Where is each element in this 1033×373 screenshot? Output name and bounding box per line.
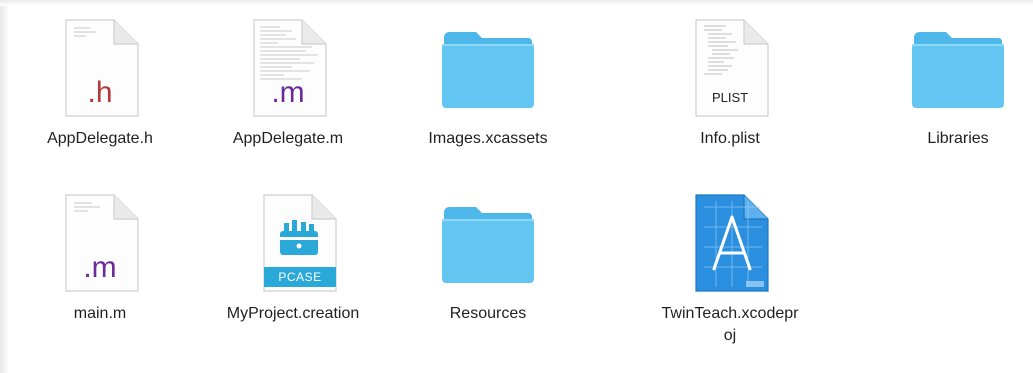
folder-item-libraries[interactable]: Libraries — [873, 18, 1033, 150]
source-file-icon: .m — [240, 18, 336, 118]
file-name: main.m — [73, 305, 127, 322]
file-item-info-plist[interactable]: PLIST Info.plist — [645, 18, 815, 150]
folder-icon — [440, 18, 536, 118]
window-top-edge — [0, 0, 1033, 6]
xcode-project-icon — [682, 193, 778, 293]
file-item-twinteach-xcodeproj[interactable]: TwinTeach.xcodepr oj — [645, 193, 815, 347]
folder-name: Images.xcassets — [428, 130, 548, 147]
file-name: Info.plist — [700, 130, 760, 147]
file-item-main-m[interactable]: .m main.m — [15, 193, 185, 325]
file-badge: .m — [271, 76, 305, 109]
file-item-appdelegate-h[interactable]: .h AppDelegate.h — [15, 18, 185, 150]
header-file-icon: .h — [52, 18, 148, 118]
file-name: MyProject.creation — [226, 305, 360, 322]
window-left-edge — [0, 0, 8, 373]
file-name: AppDelegate.m — [232, 130, 344, 147]
source-file-icon: .m — [52, 193, 148, 293]
finder-window: .h AppDelegate.h .m AppDelegate.m Images… — [0, 0, 1033, 373]
folder-icon — [910, 18, 1006, 118]
folder-icon — [440, 193, 536, 293]
file-item-appdelegate-m[interactable]: .m AppDelegate.m — [203, 18, 373, 150]
file-badge: .m — [83, 251, 117, 284]
file-badge: PCASE — [278, 270, 322, 284]
folder-name: Libraries — [927, 130, 989, 147]
plist-file-icon: PLIST — [682, 18, 778, 118]
file-badge: PLIST — [711, 90, 749, 105]
file-badge: .h — [87, 76, 113, 109]
file-name: AppDelegate.h — [47, 130, 153, 147]
pcase-file-icon: PCASE — [250, 193, 346, 293]
folder-name: Resources — [449, 305, 527, 322]
file-item-myproject-creation[interactable]: PCASE MyProject.creation — [213, 193, 383, 325]
folder-item-resources[interactable]: Resources — [403, 193, 573, 325]
file-name: TwinTeach.xcodepr oj — [661, 305, 799, 344]
folder-item-images-xcassets[interactable]: Images.xcassets — [403, 18, 573, 150]
